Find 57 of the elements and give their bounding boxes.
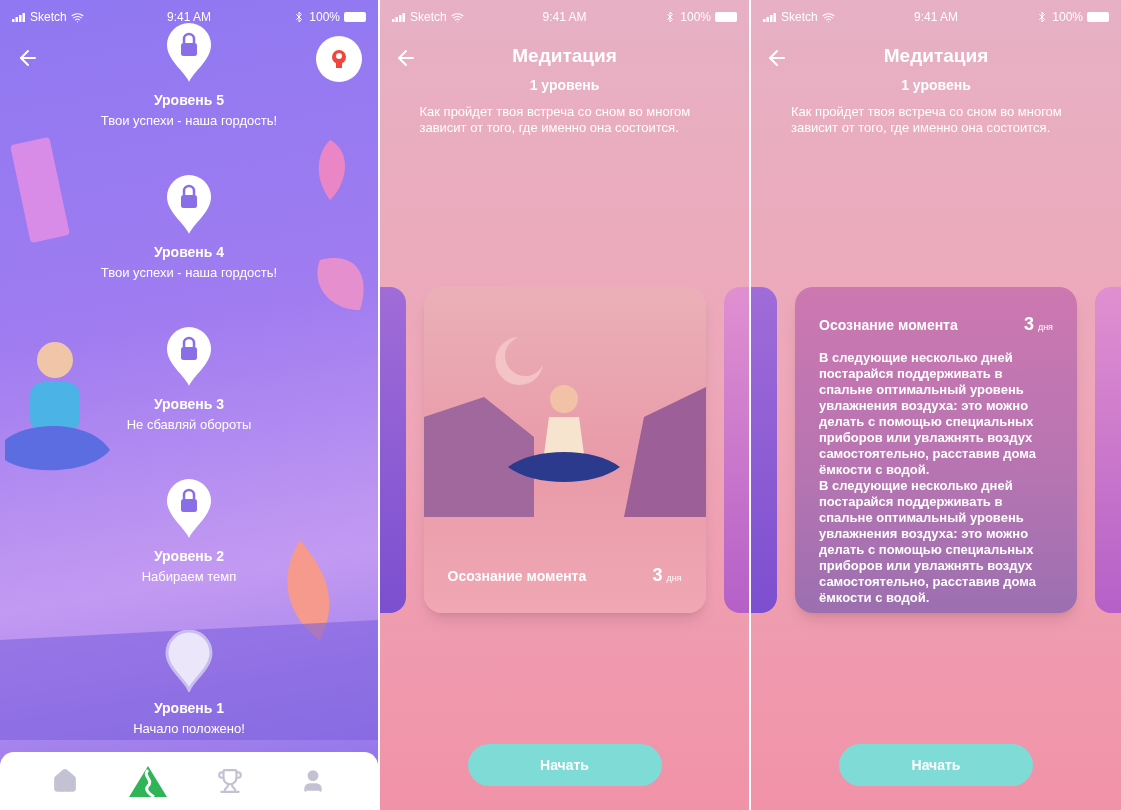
battery-icon bbox=[1087, 12, 1109, 22]
petal-drawing bbox=[318, 140, 345, 200]
signal-icon bbox=[12, 12, 26, 22]
start-button[interactable]: Начать bbox=[839, 744, 1033, 786]
status-time: 9:41 AM bbox=[914, 9, 958, 26]
locked-pin-icon[interactable] bbox=[165, 477, 213, 540]
battery-percent: 100% bbox=[1052, 9, 1083, 26]
mountain-road-icon bbox=[127, 764, 168, 798]
locked-pin-icon[interactable] bbox=[165, 22, 213, 84]
status-time: 9:41 AM bbox=[167, 9, 211, 26]
course-card[interactable] bbox=[795, 286, 1077, 613]
signal-icon bbox=[392, 12, 406, 22]
level-label: 1 уровень bbox=[901, 75, 971, 95]
level-label: 1 уровень bbox=[529, 75, 600, 95]
wifi-icon bbox=[821, 10, 835, 24]
trophy-icon bbox=[217, 768, 244, 794]
days-count: 3 bbox=[652, 563, 663, 587]
map-pin-icon[interactable] bbox=[165, 629, 213, 692]
battery-icon bbox=[715, 12, 737, 22]
home-icon bbox=[52, 768, 79, 794]
card-paragraph: В следующие несколько дней постарайся поддерживать в спальне оптимальный уровень увлажнения воздуха: это можно делать с помощью специальных приборов или увлажнять воздух самостоятельно, расставив дома ёмкости с водой. bbox=[819, 349, 1037, 478]
locked-pin-icon[interactable] bbox=[165, 173, 213, 236]
status-time: 9:41 AM bbox=[542, 9, 587, 26]
wifi-icon bbox=[70, 10, 84, 24]
card-title: Осознание момента bbox=[819, 315, 958, 335]
screen-title: Медитация bbox=[512, 44, 617, 68]
carrier-label: Sketch bbox=[781, 9, 818, 26]
petal-drawing bbox=[317, 258, 364, 310]
start-button[interactable]: Начать bbox=[467, 744, 662, 786]
locked-pin-icon[interactable] bbox=[165, 325, 213, 388]
level-subtitle: Набираем темп bbox=[141, 567, 237, 586]
card-paragraph: В следующие несколько дней постарайся поддерживать в спальне оптимальный уровень увлажнения воздуха: это можно делать с помощью специальных приборов или увлажнять воздух самостоятельно, расставив дома ёмкости с водой. bbox=[819, 477, 1037, 606]
level-subtitle: Начало положено! bbox=[133, 719, 245, 738]
level-title: Уровень 4 bbox=[153, 242, 225, 262]
level-title: Уровень 3 bbox=[153, 394, 225, 414]
course-card[interactable]: Осознание момента 3 дня bbox=[423, 286, 706, 613]
signal-icon bbox=[763, 12, 777, 22]
battery-percent: 100% bbox=[680, 9, 711, 26]
days-unit: дня bbox=[666, 571, 682, 585]
level-subtitle: Твои успехи - наша гордость! bbox=[100, 112, 278, 130]
battery-percent: 100% bbox=[309, 9, 340, 26]
level-title: Уровень 5 bbox=[153, 91, 225, 110]
wifi-icon bbox=[450, 10, 464, 24]
level-title: Уровень 1 bbox=[153, 698, 225, 718]
level-title: Уровень 2 bbox=[153, 546, 225, 566]
description-text: Как пройдет твоя встреча со сном во многом зависит от того, где именно она состоится. bbox=[791, 103, 1063, 136]
battery-icon bbox=[344, 12, 366, 22]
description-text: Как пройдет твоя встреча со сном во многом зависит от того, где именно она состоится. bbox=[419, 103, 692, 136]
level-subtitle: Твои успехи - наша гордость! bbox=[100, 263, 278, 282]
carrier-label: Sketch bbox=[410, 9, 447, 26]
level-subtitle: Не сбавляй обороты bbox=[126, 415, 252, 434]
idea-button[interactable] bbox=[316, 36, 362, 82]
days-unit: дня bbox=[1037, 320, 1053, 334]
card-title: Осознание момента bbox=[447, 566, 587, 586]
days-count: 3 bbox=[1023, 312, 1034, 336]
screen-title: Медитация bbox=[883, 44, 989, 68]
carrier-label: Sketch bbox=[30, 9, 67, 26]
